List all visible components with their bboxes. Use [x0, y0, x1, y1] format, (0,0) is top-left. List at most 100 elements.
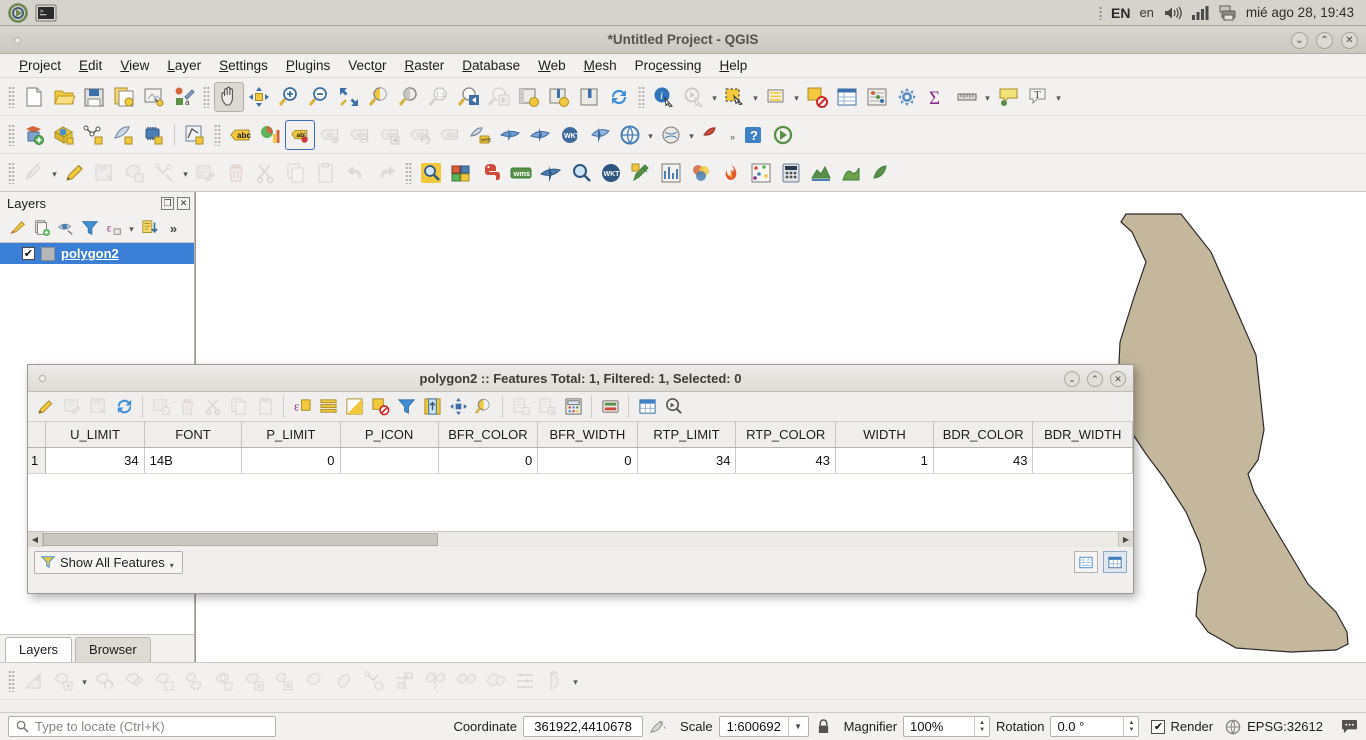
zoom-next-button[interactable]: [484, 82, 514, 112]
menu-settings[interactable]: Settings: [210, 56, 277, 75]
toolbar-grip[interactable]: [638, 85, 645, 108]
chevron-down-icon[interactable]: ▾: [686, 120, 697, 150]
column-header-bfr-color[interactable]: BFR_COLOR: [438, 422, 539, 448]
save-layer-edits-button[interactable]: [90, 158, 120, 188]
move-label-button[interactable]: abc: [375, 120, 405, 150]
crs-globe-icon[interactable]: [1225, 719, 1241, 735]
chevron-down-icon[interactable]: ▾: [1053, 82, 1064, 112]
toolbar-grip[interactable]: [8, 123, 15, 146]
chevron-right-icon[interactable]: »: [727, 120, 738, 150]
cell-font[interactable]: 14B: [144, 447, 243, 474]
scale-combo[interactable]: 1:600692 ▼: [718, 716, 809, 737]
keyboard-layout-badge[interactable]: EN: [1111, 5, 1130, 21]
chevron-down-icon[interactable]: ▾: [570, 666, 581, 696]
column-header-width[interactable]: WIDTH: [835, 422, 934, 448]
toolbar-grip[interactable]: [8, 670, 15, 692]
delete-field-button[interactable]: [534, 395, 560, 419]
panel-close-button[interactable]: ✕: [177, 196, 190, 210]
add-raster-layer-button[interactable]: [49, 120, 79, 150]
rotate-feature-button[interactable]: [90, 666, 120, 696]
show-all-features-button[interactable]: Show All Features ▾: [34, 550, 183, 574]
printer-icon[interactable]: [1218, 5, 1237, 21]
refresh-button[interactable]: [604, 82, 634, 112]
modify-attributes-button[interactable]: [191, 158, 221, 188]
add-polygon-feature-button[interactable]: [120, 158, 150, 188]
lock-icon[interactable]: [817, 719, 830, 734]
plugin-manager-button[interactable]: [446, 158, 476, 188]
column-header-p-limit[interactable]: P_LIMIT: [241, 422, 341, 448]
zoom-to-layer-button[interactable]: [394, 82, 424, 112]
column-header-bdr-width[interactable]: BDR_WIDTH: [1032, 422, 1133, 448]
at-maximize-button[interactable]: ⌃: [1087, 370, 1103, 387]
zoom-last-button[interactable]: [454, 82, 484, 112]
at-window-menu-dot[interactable]: [39, 375, 46, 382]
split-parts-button[interactable]: [450, 666, 480, 696]
add-spatialite-layer-button[interactable]: [109, 120, 139, 150]
simplify-feature-button[interactable]: [120, 666, 150, 696]
more-layer-tools-button[interactable]: »: [162, 217, 185, 240]
add-vector-tile-button[interactable]: [615, 120, 645, 150]
reload-table-button[interactable]: [85, 395, 111, 419]
chevron-down-icon[interactable]: ▾: [49, 158, 60, 188]
open-project-button[interactable]: [49, 82, 79, 112]
menu-web[interactable]: Web: [529, 56, 575, 75]
current-edits-button[interactable]: [19, 158, 49, 188]
trim-extend-button[interactable]: [390, 666, 420, 696]
show-bookmarks-button[interactable]: [574, 82, 604, 112]
at-close-button[interactable]: ✕: [1110, 370, 1126, 387]
redo-button[interactable]: [371, 158, 401, 188]
maximize-button[interactable]: ⌃: [1316, 31, 1333, 49]
chevron-down-icon[interactable]: ▼: [787, 717, 808, 736]
plugin-extra-button[interactable]: [866, 158, 896, 188]
georeferencer-button[interactable]: [656, 120, 686, 150]
table-row[interactable]: 1 34 14B 0 0 0 34 43 1 43: [28, 447, 1133, 474]
reshape-features-button[interactable]: [300, 666, 330, 696]
clock[interactable]: mié ago 28, 19:43: [1246, 5, 1354, 20]
column-header-bdr-color[interactable]: BDR_COLOR: [933, 422, 1034, 448]
move-selection-to-top-button[interactable]: [419, 395, 445, 419]
style-manager-button[interactable]: [139, 82, 169, 112]
scroll-right-arrow-icon[interactable]: ▶: [1118, 531, 1133, 547]
deselect-all-button[interactable]: [367, 395, 393, 419]
layer-labeling-button[interactable]: abc: [225, 120, 255, 150]
chevron-down-icon[interactable]: ▾: [126, 217, 137, 240]
refresh-table-button[interactable]: [111, 395, 137, 419]
render-toggle[interactable]: ✔ Render: [1151, 719, 1213, 734]
new-shapefile-layer-button[interactable]: [180, 120, 210, 150]
paste-features-button[interactable]: [252, 395, 278, 419]
menu-raster[interactable]: Raster: [396, 56, 454, 75]
render-checkbox[interactable]: ✔: [1151, 719, 1166, 734]
add-arcgis-featureserver-button[interactable]: [585, 120, 615, 150]
merge-features-button[interactable]: [480, 666, 510, 696]
column-header-bfr-width[interactable]: BFR_WIDTH: [537, 422, 638, 448]
copy-selected-button[interactable]: [226, 395, 252, 419]
invert-selection-button[interactable]: [341, 395, 367, 419]
offset-curve-button[interactable]: [330, 666, 360, 696]
zoom-full-button[interactable]: [334, 82, 364, 112]
zoom-in-button[interactable]: [274, 82, 304, 112]
zoom-search-plugin-button[interactable]: [566, 158, 596, 188]
window-menu-dot[interactable]: [14, 37, 21, 44]
cell-bdr-width[interactable]: [1032, 447, 1133, 474]
add-postgis-layer-button[interactable]: [139, 120, 169, 150]
identify-features-button[interactable]: i: [649, 82, 679, 112]
delete-ring-button[interactable]: [240, 666, 270, 696]
chevron-down-icon[interactable]: ▾: [180, 158, 191, 188]
layer-item-polygon2[interactable]: ✔ polygon2: [0, 243, 194, 264]
column-header-u-limit[interactable]: U_LIMIT: [45, 422, 145, 448]
menu-help[interactable]: Help: [710, 56, 756, 75]
measure-line-button[interactable]: [952, 82, 982, 112]
processing-toolbox-button[interactable]: [626, 158, 656, 188]
toolbar-grip[interactable]: [203, 85, 210, 108]
column-header-rtp-limit[interactable]: RTP_LIMIT: [637, 422, 737, 448]
scroll-left-arrow-icon[interactable]: ◀: [28, 531, 43, 547]
manage-map-themes-button[interactable]: [54, 217, 77, 240]
options-button[interactable]: [892, 82, 922, 112]
row-id-cell[interactable]: 1: [28, 447, 47, 474]
add-delimited-text-layer-button[interactable]: [79, 120, 109, 150]
coordinate-capture-icon[interactable]: [650, 719, 667, 735]
delete-part-button[interactable]: [270, 666, 300, 696]
minimize-button[interactable]: ⌄: [1291, 31, 1308, 49]
field-calculator-button[interactable]: Σ: [922, 82, 952, 112]
paste-features-button[interactable]: [311, 158, 341, 188]
